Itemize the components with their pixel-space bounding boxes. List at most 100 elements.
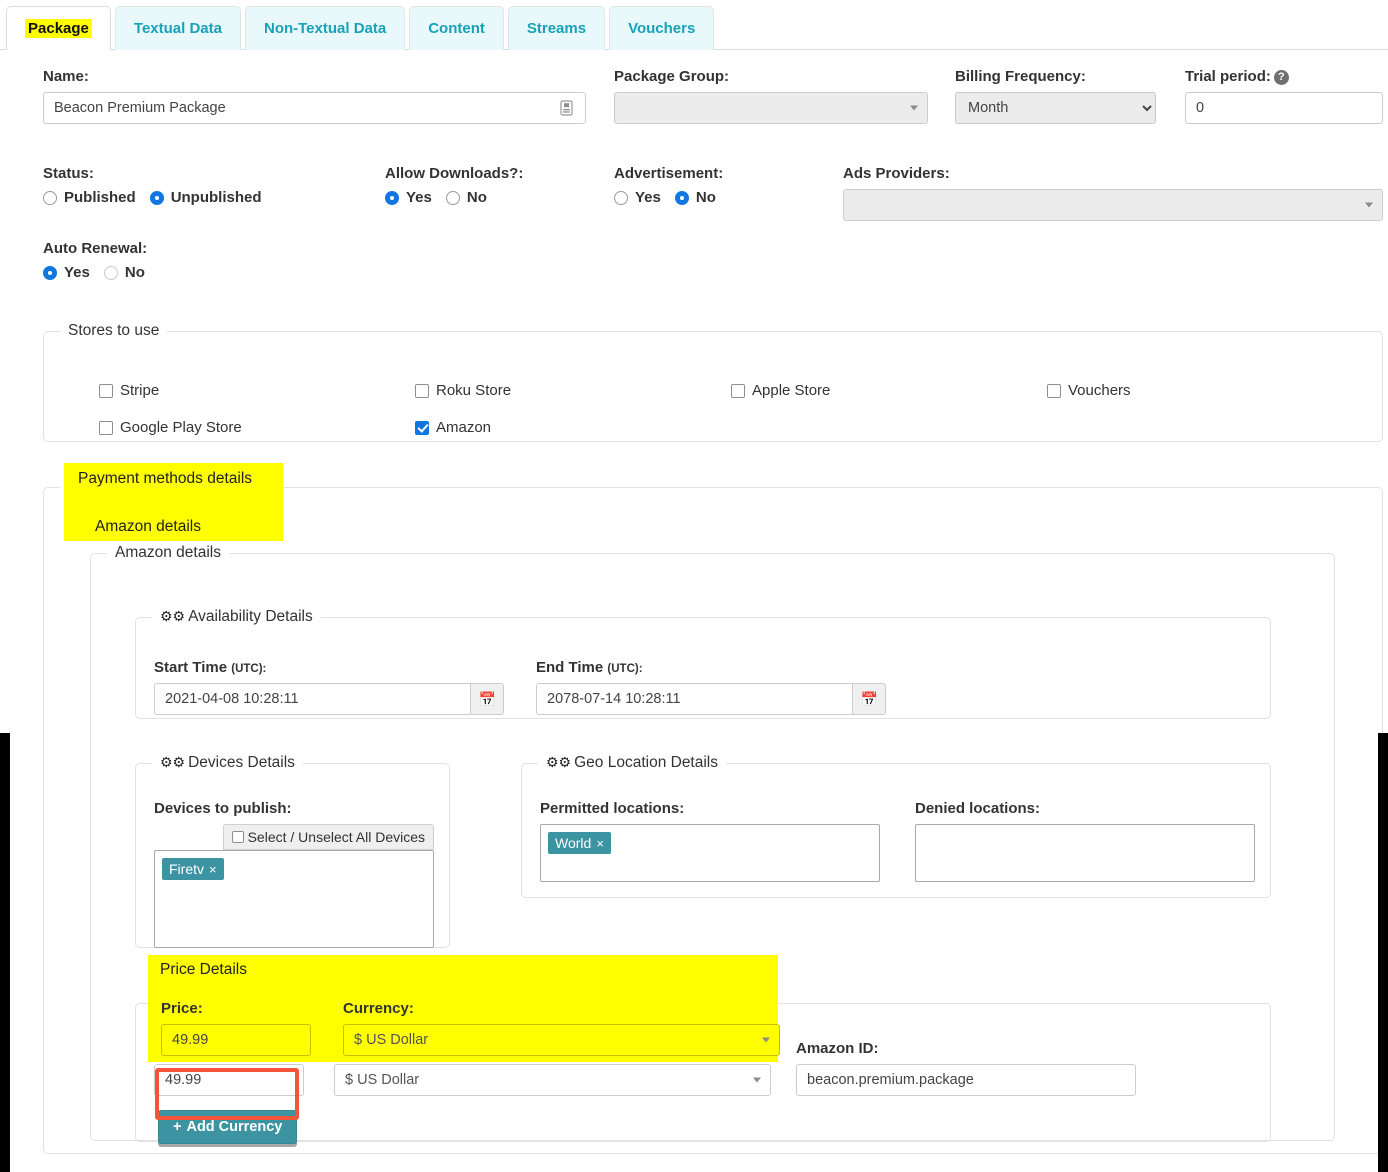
tab-textual-data-label: Textual Data	[133, 20, 222, 37]
radio-indicator	[43, 190, 57, 205]
status-radio-group: Published Unpublished	[43, 189, 262, 206]
billing-frequency-select[interactable]: Month	[955, 92, 1156, 124]
start-time-sub: (UTC):	[231, 663, 267, 675]
price-field-overlay: Price:	[161, 1000, 311, 1056]
stores-to-use-fieldset: Stores to use Stripe Roku Store Apple St…	[43, 322, 1383, 442]
permitted-locations-group: Permitted locations: World ×	[540, 800, 880, 882]
allow-downloads-radio-group: Yes No	[385, 189, 523, 206]
advertisement-no-radio[interactable]: No	[674, 189, 716, 206]
caret-down-icon	[910, 105, 918, 111]
name-input[interactable]	[43, 92, 586, 124]
advertisement-yes-label: Yes	[635, 189, 661, 206]
status-unpublished-radio[interactable]: Unpublished	[149, 189, 262, 206]
help-icon[interactable]: ?	[1273, 69, 1289, 85]
amazon-id-input[interactable]	[796, 1064, 1136, 1096]
package-group-select[interactable]	[614, 92, 928, 124]
status-label: Status:	[43, 165, 94, 182]
tab-package[interactable]: Package	[6, 6, 111, 50]
permitted-locations-tag-box[interactable]: World ×	[540, 824, 880, 882]
select-unselect-all-devices-button[interactable]: Select / Unselect All Devices	[222, 824, 434, 850]
close-icon[interactable]: ×	[209, 862, 217, 877]
select-unselect-all-devices-label: Select / Unselect All Devices	[247, 829, 425, 845]
store-checkbox-roku[interactable]: Roku Store	[415, 382, 731, 399]
trial-period-field-group: Trial period:?	[1185, 68, 1383, 124]
allow-downloads-yes-radio[interactable]: Yes	[385, 189, 432, 206]
devices-tag-box[interactable]: Firetv ×	[154, 850, 434, 948]
currency-value: $ US Dollar	[345, 1072, 420, 1088]
screenshot-edge-bar-left	[0, 733, 10, 1172]
close-icon[interactable]: ×	[596, 836, 604, 851]
start-time-input[interactable]	[154, 683, 472, 715]
advertisement-label: Advertisement:	[614, 165, 724, 182]
tab-streams[interactable]: Streams	[507, 6, 606, 50]
device-tag-label: Firetv	[169, 861, 204, 877]
availability-details-legend-text: Availability Details	[188, 608, 313, 625]
permitted-locations-label: Permitted locations:	[540, 800, 685, 817]
name-field-group: Name:	[43, 68, 586, 124]
currency-value-overlay: $ US Dollar	[354, 1032, 429, 1048]
price-label-overlay: Price:	[161, 1000, 203, 1017]
caret-down-icon	[1365, 202, 1373, 208]
caret-down-icon	[753, 1077, 761, 1083]
advertisement-yes-radio[interactable]: Yes	[614, 189, 661, 206]
tab-vouchers[interactable]: Vouchers	[609, 6, 715, 50]
end-time-field-group: End Time (UTC): 📅	[536, 659, 886, 715]
denied-locations-tag-box[interactable]	[915, 824, 1255, 882]
highlight-label-amazon-details: Amazon details	[95, 518, 201, 535]
radio-indicator	[445, 190, 460, 205]
permitted-location-tag-world[interactable]: World ×	[548, 832, 611, 854]
tab-non-textual-data[interactable]: Non-Textual Data	[244, 6, 406, 50]
radio-indicator	[614, 190, 628, 205]
ads-providers-select[interactable]	[843, 189, 1383, 221]
advertisement-no-label: No	[695, 189, 716, 206]
store-checkbox-google-play[interactable]: Google Play Store	[99, 419, 415, 436]
geo-location-details-legend-text: Geo Location Details	[574, 754, 718, 771]
tab-textual-data[interactable]: Textual Data	[114, 6, 241, 50]
store-checkbox-vouchers[interactable]: Vouchers	[1047, 382, 1347, 399]
billing-frequency-label: Billing Frequency:	[955, 68, 1086, 85]
store-label-google-play: Google Play Store	[120, 419, 242, 436]
calendar-icon[interactable]: 📅	[471, 683, 504, 715]
amazon-id-label: Amazon ID:	[796, 1040, 879, 1057]
status-published-label: Published	[64, 189, 136, 206]
store-checkbox-amazon[interactable]: Amazon	[415, 419, 731, 436]
tab-non-textual-data-label: Non-Textual Data	[263, 20, 387, 37]
translate-icon[interactable]	[547, 93, 585, 123]
auto-renewal-yes-radio[interactable]: Yes	[43, 264, 90, 281]
store-checkbox-apple[interactable]: Apple Store	[731, 382, 1047, 399]
plus-icon: +	[173, 1119, 182, 1135]
price-input-overlay[interactable]	[161, 1024, 311, 1056]
end-time-label-text: End Time	[536, 659, 604, 676]
radio-indicator	[385, 190, 399, 205]
currency-select-overlay[interactable]: $ US Dollar	[343, 1024, 780, 1056]
store-checkbox-stripe[interactable]: Stripe	[99, 382, 415, 399]
devices-details-fieldset: ⚙⚙ Devices Details Devices to publish: Se…	[135, 754, 450, 948]
allow-downloads-no-radio[interactable]: No	[445, 189, 487, 206]
checkbox-indicator	[1047, 383, 1061, 398]
end-time-input-group: 📅	[536, 683, 886, 715]
geo-location-details-fieldset: ⚙⚙ Geo Location Details Permitted locatio…	[521, 754, 1271, 898]
add-currency-label: Add Currency	[186, 1119, 283, 1135]
screenshot-edge-bar-right	[1378, 733, 1388, 1172]
trial-period-input[interactable]	[1185, 92, 1383, 124]
devices-details-legend: ⚙⚙ Devices Details	[152, 754, 303, 772]
name-input-wrapper	[43, 92, 586, 124]
tab-streams-label: Streams	[526, 20, 587, 37]
auto-renewal-no-radio[interactable]: No	[103, 264, 145, 281]
currency-select[interactable]: $ US Dollar	[334, 1064, 771, 1096]
end-time-input[interactable]	[536, 683, 854, 715]
amazon-id-field-group: Amazon ID:	[796, 1040, 1136, 1096]
start-time-label: Start Time (UTC):	[154, 659, 504, 676]
device-tag-firetv[interactable]: Firetv ×	[162, 858, 224, 880]
checkbox-indicator	[99, 383, 113, 398]
calendar-icon[interactable]: 📅	[853, 683, 886, 715]
status-published-radio[interactable]: Published	[43, 189, 136, 206]
geo-location-details-legend: ⚙⚙ Geo Location Details	[538, 754, 726, 772]
checkbox-indicator	[415, 383, 429, 398]
denied-locations-label: Denied locations:	[915, 800, 1041, 817]
ads-providers-label: Ads Providers:	[843, 165, 950, 182]
tab-content[interactable]: Content	[409, 6, 504, 50]
auto-renewal-radio-group: Yes No	[43, 264, 147, 281]
start-time-input-group: 📅	[154, 683, 504, 715]
highlight-label-payment-methods: Payment methods details	[78, 470, 253, 487]
